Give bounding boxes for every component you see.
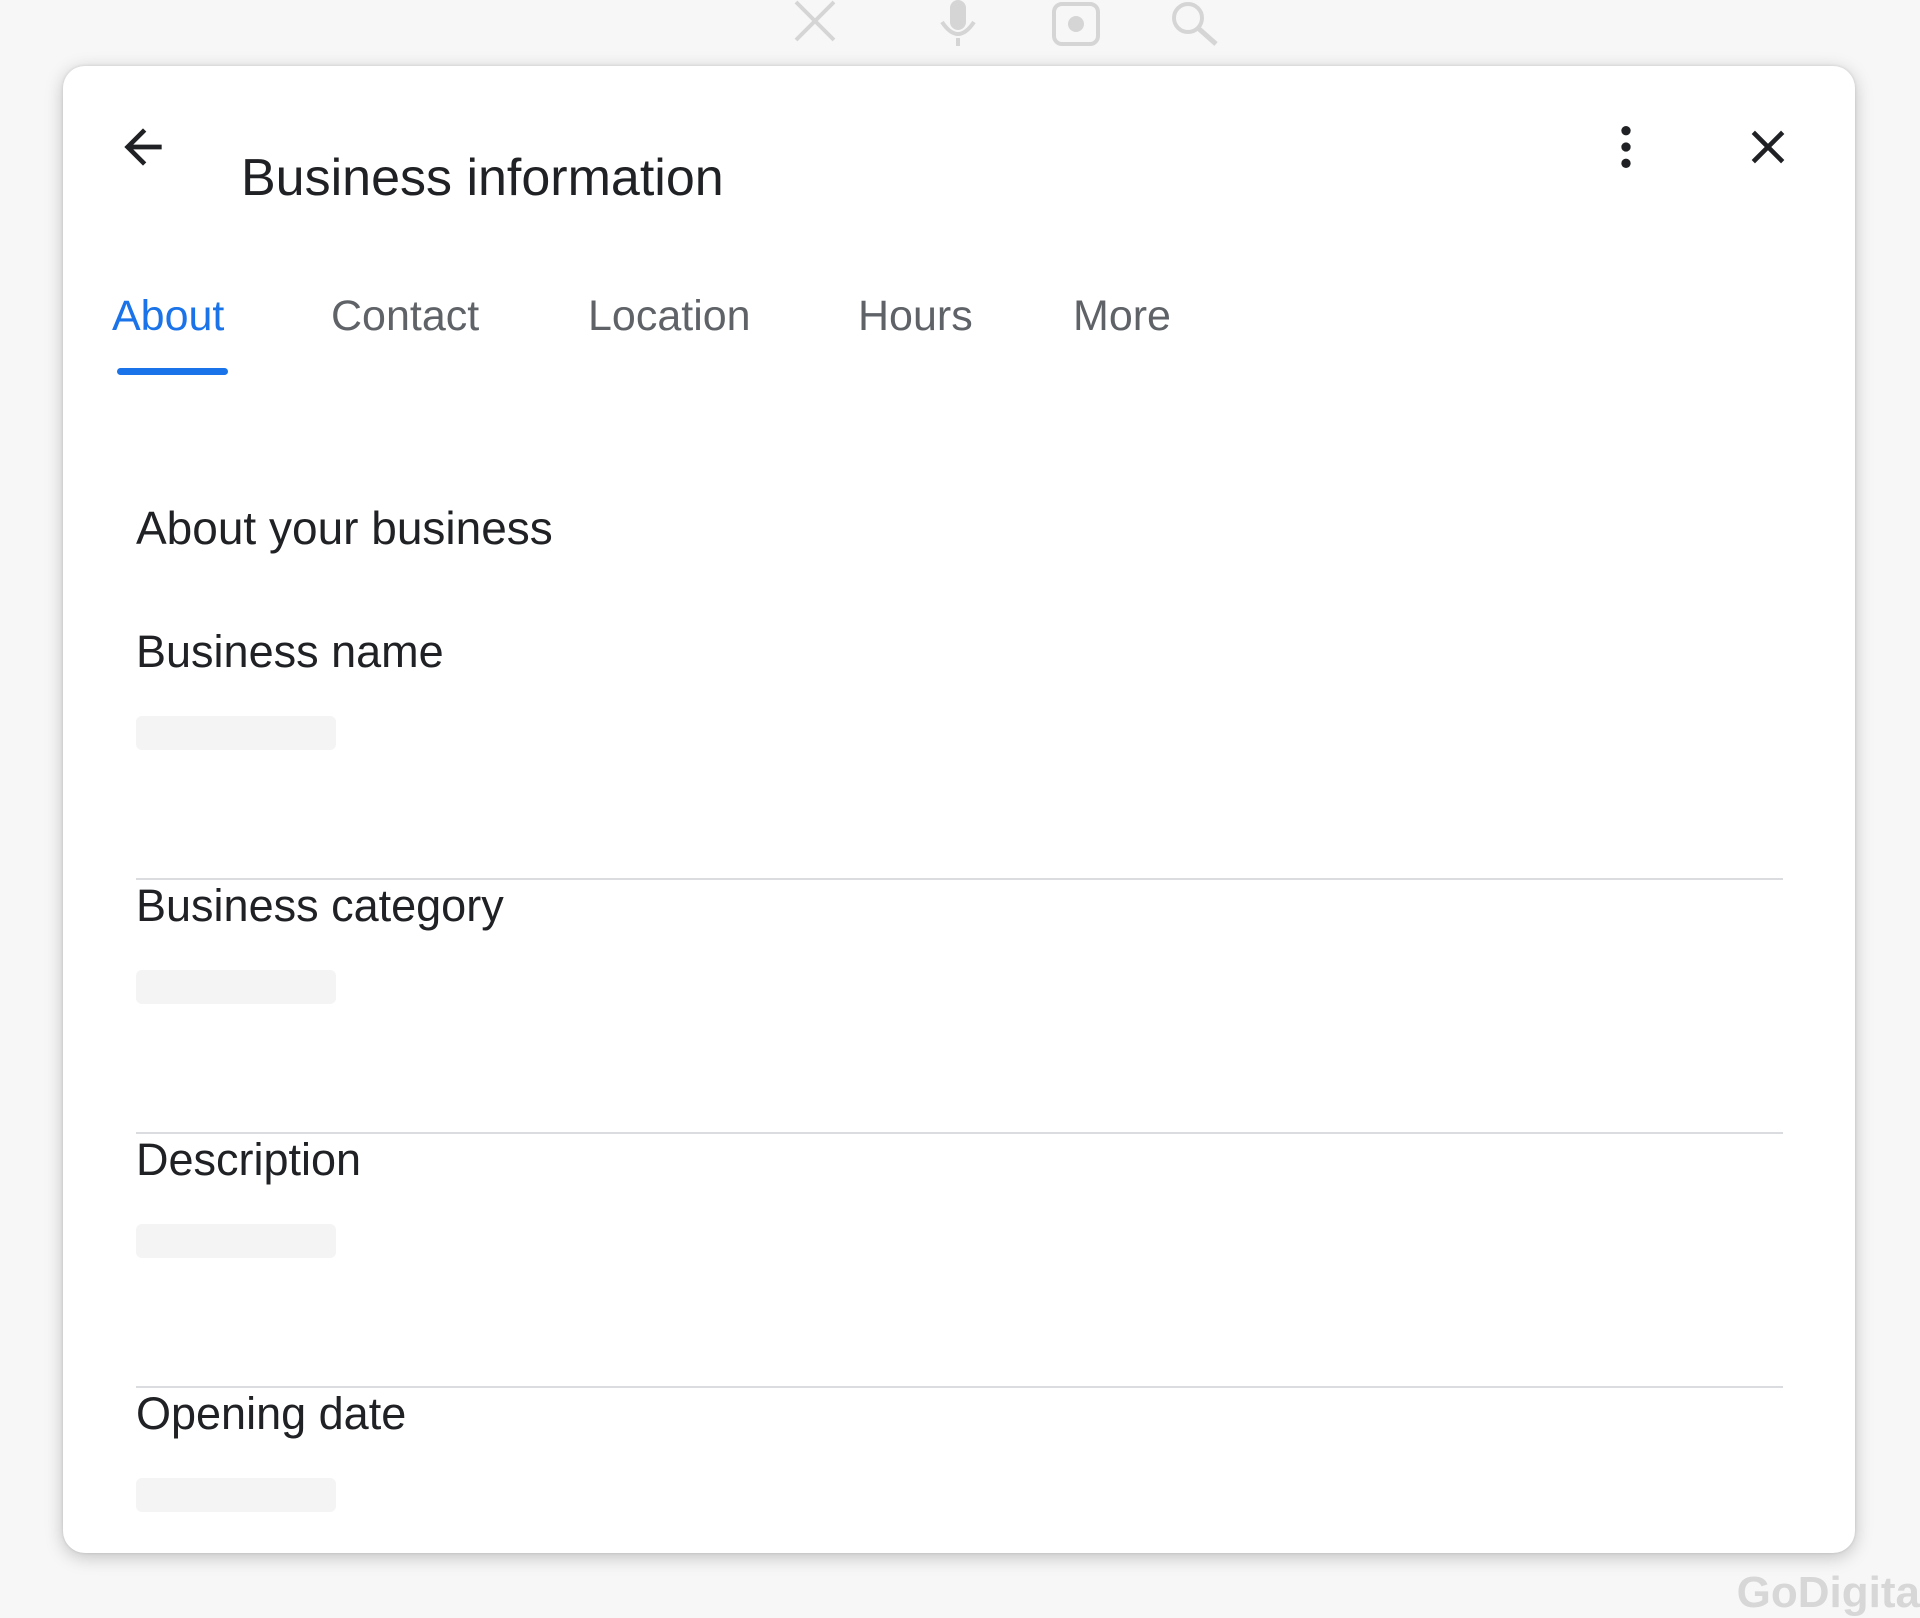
field-value-redacted [136,1224,336,1258]
field-business-name[interactable]: Business name [136,626,1783,880]
clear-icon [794,0,836,42]
mic-icon [940,0,976,46]
section-title: About your business [136,502,553,554]
arrow-back-icon [124,128,162,166]
field-business-category[interactable]: Business category [136,880,1783,1134]
field-value-redacted [136,1478,336,1512]
back-button[interactable] [103,107,183,187]
lens-icon [1052,2,1100,46]
tab-bar: About Contact Location Hours More [63,292,1855,446]
tab-contact[interactable]: Contact [331,246,479,386]
field-opening-date[interactable]: Opening date [136,1388,1783,1553]
business-information-dialog: Business information About Contact Locat… [63,66,1855,1553]
search-icon [1172,2,1218,46]
more-options-button[interactable] [1586,107,1666,187]
field-label: Opening date [136,1388,407,1439]
active-tab-indicator [117,368,228,375]
field-label: Description [136,1134,362,1185]
watermark: GoDigita [1736,1568,1920,1617]
field-value-redacted [136,716,336,750]
close-button[interactable] [1728,107,1808,187]
tab-about[interactable]: About [112,246,224,386]
field-label: Business name [136,626,444,677]
dialog-header: Business information [63,66,1855,226]
field-description[interactable]: Description [136,1134,1783,1388]
dialog-title: Business information [241,149,724,207]
close-icon [1751,130,1785,164]
tab-hours[interactable]: Hours [858,246,973,386]
field-value-redacted [136,970,336,1004]
tab-location[interactable]: Location [588,246,751,386]
tab-more[interactable]: More [1073,246,1171,386]
field-label: Business category [136,880,504,931]
more-vert-icon [1621,126,1631,168]
